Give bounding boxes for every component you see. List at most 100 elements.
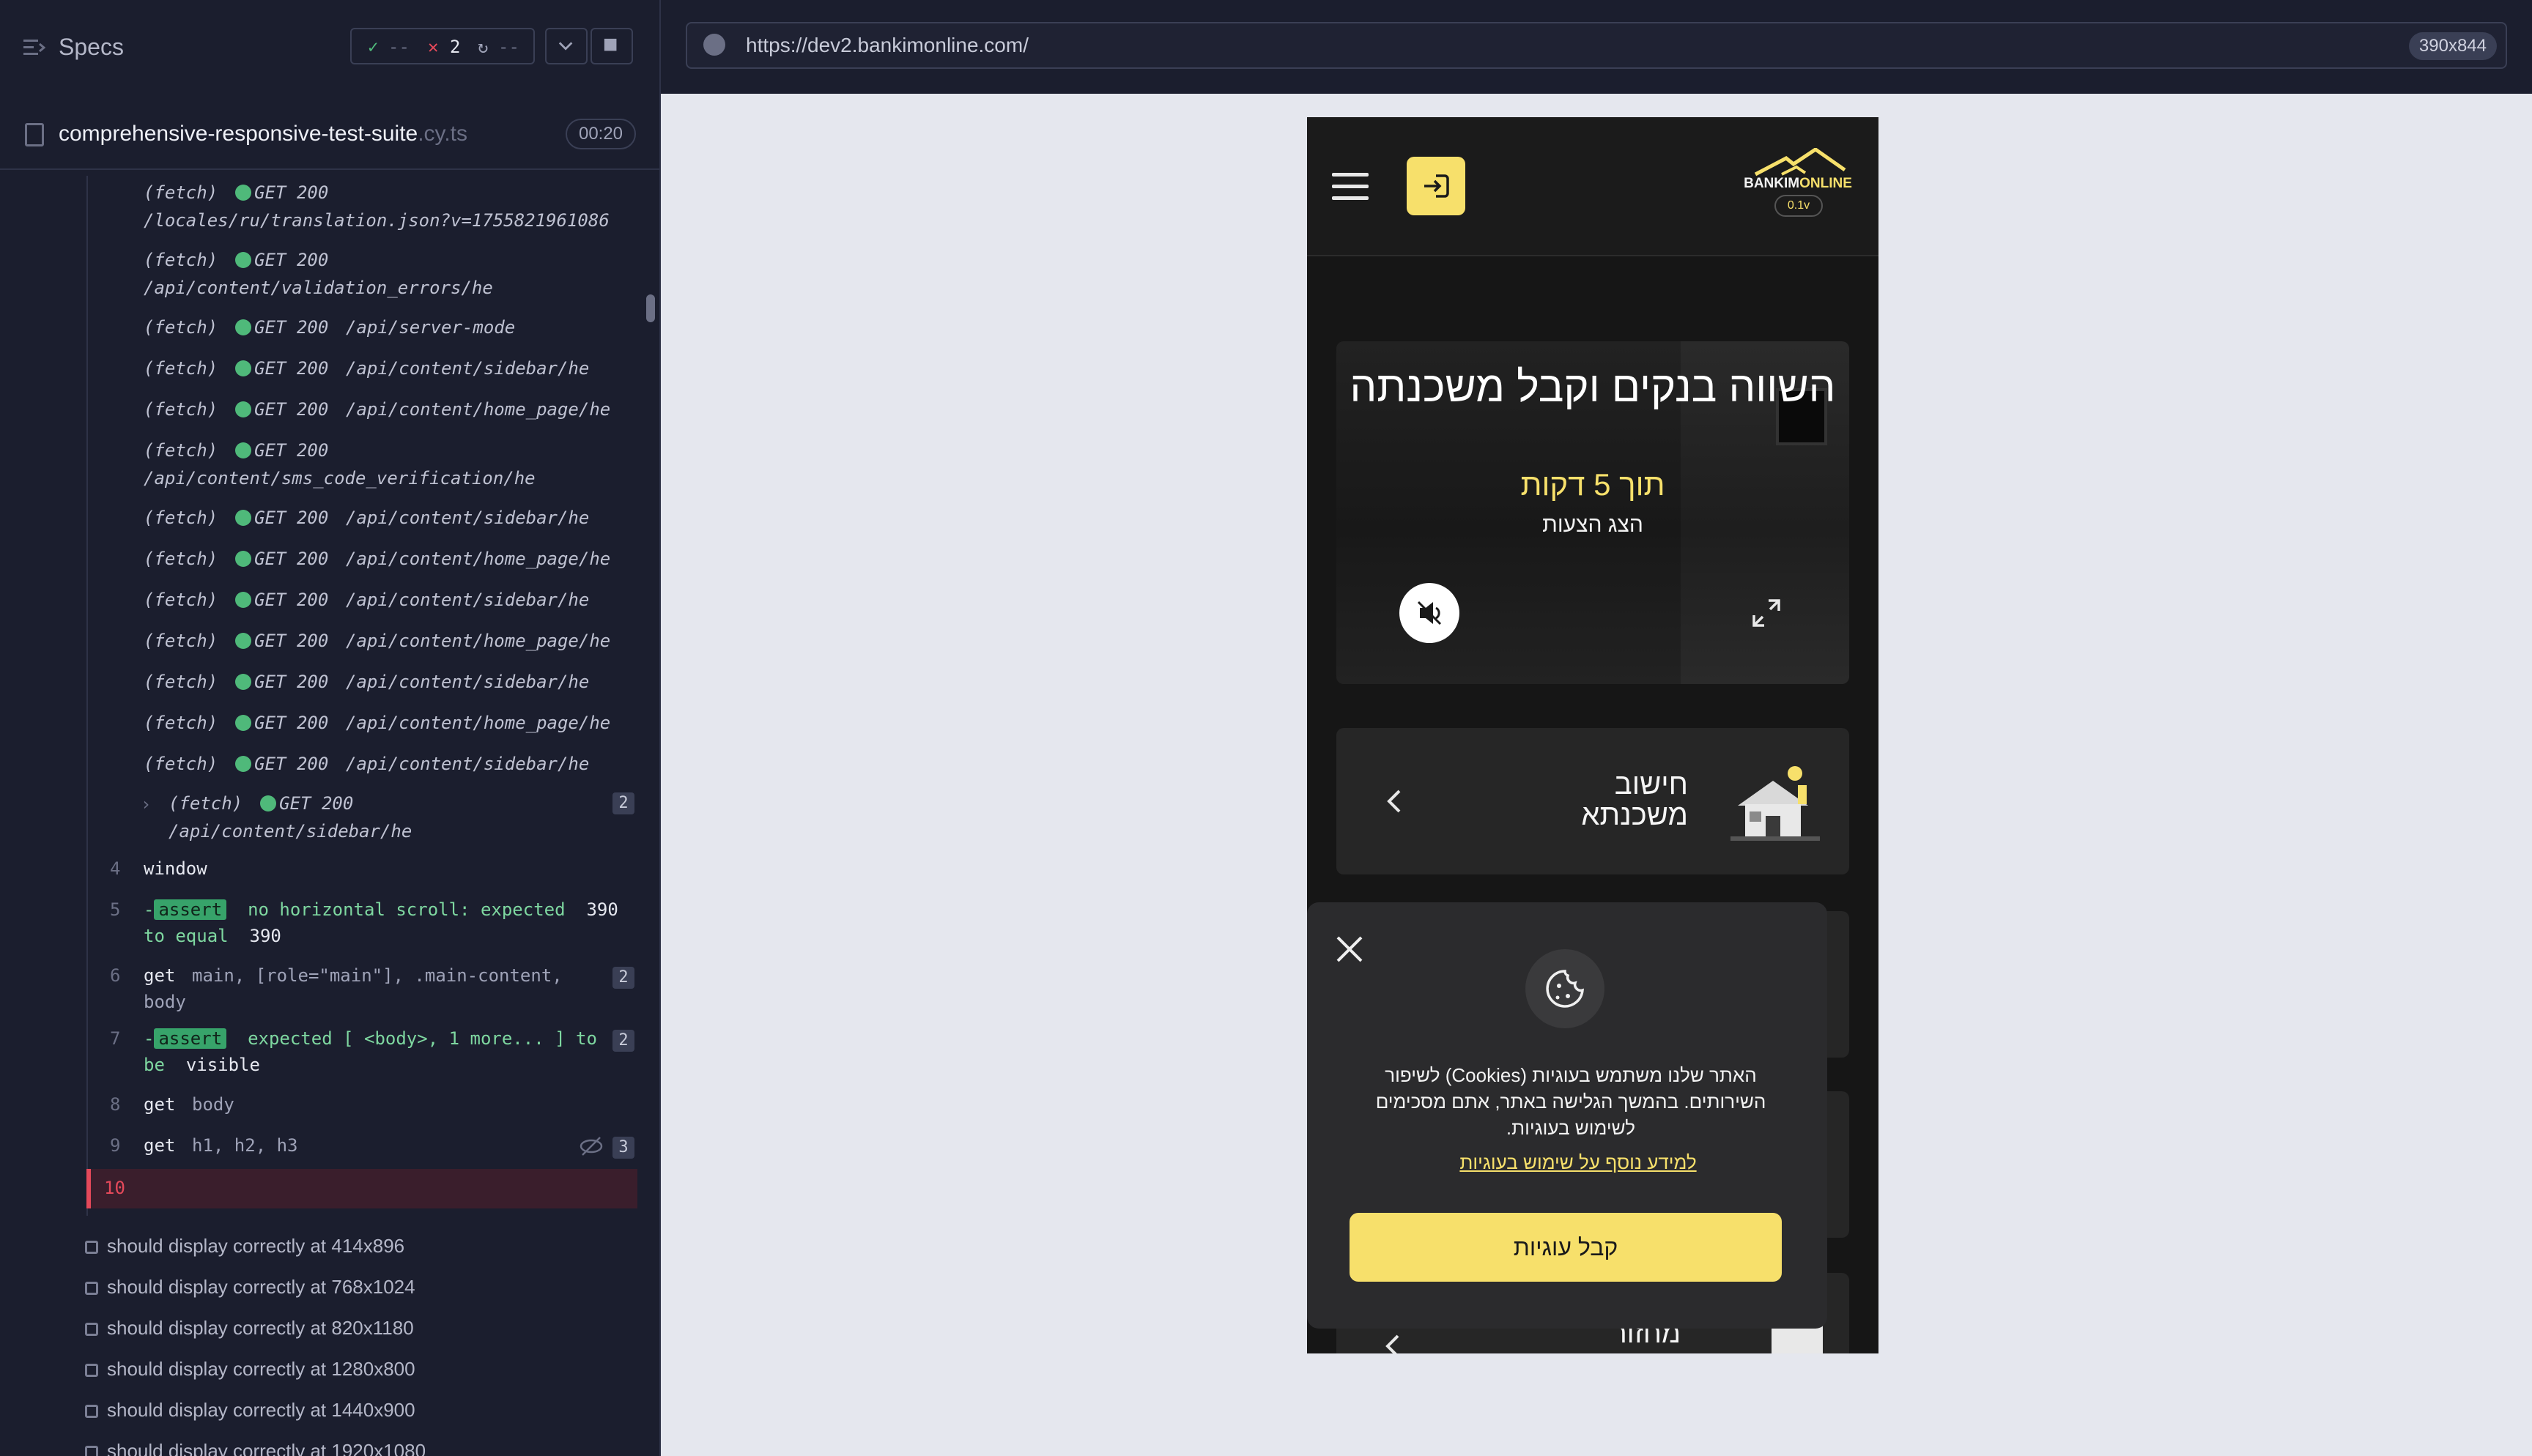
hero-video: השווה בנקים וקבל משכנתה תוך 5 דקות הצג ה… bbox=[1336, 341, 1849, 684]
version-badge: 0.1v bbox=[1774, 195, 1823, 217]
card-title: חישוב משכנתא bbox=[1581, 768, 1688, 831]
roof-logo-icon bbox=[1754, 148, 1846, 177]
fetch-command-line: (fetch) GET 200 bbox=[144, 549, 329, 569]
stop-button[interactable] bbox=[591, 28, 633, 64]
fetch-command-line: (fetch) GET 200 bbox=[144, 358, 329, 379]
step-number: 10 bbox=[104, 1178, 125, 1198]
step-number: 7 bbox=[110, 1028, 121, 1049]
test-item[interactable]: should display correctly at 768x1024 bbox=[85, 1276, 415, 1299]
accept-cookies-button[interactable]: קבל עוגיות bbox=[1350, 1213, 1782, 1282]
fetch-command-line: (fetch) GET 200 bbox=[144, 440, 329, 461]
grouped-fetch-path: /api/content/sidebar/he bbox=[169, 821, 412, 842]
fetch-command-line: (fetch) GET 200 bbox=[144, 399, 329, 420]
status-dot-icon bbox=[235, 633, 252, 649]
status-dot-icon bbox=[235, 510, 252, 526]
fetch-command-line: (fetch) GET 200 bbox=[144, 182, 329, 203]
test-title: should display correctly at 1920x1080 bbox=[107, 1440, 426, 1456]
url-bar[interactable]: https://dev2.bankimonline.com/ 390x844 bbox=[686, 22, 2507, 69]
logo-text: BANKIMONLINE bbox=[1744, 176, 1852, 191]
cookie-policy-link[interactable]: למידע נוסף על שימוש בעוגיות bbox=[1307, 1151, 1849, 1174]
status-dot-icon bbox=[235, 252, 252, 268]
test-title: should display correctly at 820x1180 bbox=[107, 1317, 414, 1339]
count-badge: 2 bbox=[612, 1030, 634, 1052]
test-item[interactable]: should display correctly at 820x1180 bbox=[85, 1317, 414, 1340]
test-item[interactable]: should display correctly at 1280x800 bbox=[85, 1358, 415, 1381]
test-title: should display correctly at 1440x900 bbox=[107, 1399, 415, 1421]
test-status-icon bbox=[85, 1282, 98, 1295]
step-number: 4 bbox=[110, 858, 121, 879]
test-status-icon bbox=[85, 1241, 98, 1254]
fetch-path: /api/content/sidebar/he bbox=[346, 672, 590, 692]
failed-count: 2 bbox=[450, 37, 461, 57]
chevron-down-button[interactable] bbox=[545, 28, 588, 64]
step-number: 6 bbox=[110, 965, 121, 986]
status-dot-icon bbox=[235, 551, 252, 567]
hero-caption: הצג הצעות bbox=[1542, 513, 1643, 537]
chevron-down-icon bbox=[558, 42, 573, 51]
step-10-failed[interactable]: 10 bbox=[86, 1169, 637, 1208]
step-arg: body bbox=[144, 992, 186, 1012]
specs-header: Specs ✓ -- ✕ 2 ↻ -- bbox=[0, 0, 659, 95]
app-viewport: BANKIMONLINE 0.1v השווה בנקים וקבל משכנת… bbox=[1307, 117, 1878, 1353]
fetch-command-line: (fetch) GET 200 bbox=[144, 754, 329, 774]
test-item[interactable]: should display correctly at 1920x1080 bbox=[85, 1440, 426, 1456]
hero-subtitle: תוך 5 דקות bbox=[1520, 467, 1665, 502]
step-arg: h1, h2, h3 bbox=[192, 1135, 298, 1156]
close-icon[interactable] bbox=[1332, 932, 1367, 967]
test-item[interactable]: should display correctly at 414x896 bbox=[85, 1235, 404, 1258]
assert-line-2: be visible bbox=[144, 1055, 260, 1075]
app-header: BANKIMONLINE 0.1v bbox=[1307, 117, 1878, 256]
fetch-path: /api/content/sidebar/he bbox=[346, 590, 590, 610]
reporter-scrollbar[interactable] bbox=[646, 294, 655, 322]
fullscreen-icon[interactable] bbox=[1747, 593, 1786, 633]
login-button[interactable] bbox=[1407, 157, 1465, 215]
stop-icon bbox=[604, 38, 617, 51]
specs-list-icon[interactable] bbox=[23, 38, 45, 57]
fetch-command-line: (fetch) GET 200 bbox=[144, 250, 329, 270]
status-dot-icon bbox=[235, 401, 252, 417]
status-dot-icon bbox=[260, 795, 277, 811]
spec-file-row[interactable]: comprehensive-responsive-test-suite.cy.t… bbox=[0, 110, 659, 170]
test-item[interactable]: should display correctly at 1440x900 bbox=[85, 1399, 415, 1422]
pending-count: -- bbox=[498, 37, 519, 57]
bankimonline-logo[interactable]: BANKIMONLINE 0.1v bbox=[1739, 146, 1857, 227]
status-dot-icon bbox=[235, 442, 252, 458]
test-status-icon bbox=[85, 1364, 98, 1377]
status-dot-icon bbox=[235, 185, 252, 201]
step-arg: body bbox=[192, 1094, 234, 1115]
step-arg: main, [role="main"], .main-content, bbox=[192, 965, 563, 986]
step-command: get bbox=[144, 1135, 176, 1156]
step-number: 8 bbox=[110, 1094, 121, 1115]
cookie-icon-wrapper bbox=[1525, 949, 1604, 1028]
speaker-muted-icon bbox=[1417, 601, 1442, 625]
fetch-path: /api/server-mode bbox=[346, 317, 516, 338]
test-status-icon bbox=[85, 1405, 98, 1418]
fetch-command-line: (fetch) GET 200 bbox=[144, 631, 329, 651]
expand-chevron-icon[interactable]: › bbox=[141, 791, 151, 817]
chevron-left-icon bbox=[1385, 1334, 1399, 1353]
status-dot-icon bbox=[235, 715, 252, 731]
status-dot-icon bbox=[235, 360, 252, 376]
url-text[interactable]: https://dev2.bankimonline.com/ bbox=[746, 34, 1029, 57]
fetch-path: /api/content/validation_errors/he bbox=[144, 278, 493, 298]
step-command: get bbox=[144, 965, 176, 986]
failed-x-icon: ✕ bbox=[428, 37, 439, 57]
hero-title: השווה בנקים וקבל משכנתה bbox=[1350, 363, 1836, 411]
fetch-command-line: (fetch) GET 200 bbox=[144, 672, 329, 692]
fetch-path: /api/content/home_page/he bbox=[346, 549, 611, 569]
status-dot-icon bbox=[235, 756, 252, 772]
grouped-count-badge: 2 bbox=[612, 792, 634, 814]
status-dot-icon bbox=[235, 592, 252, 608]
fetch-command-line: (fetch) GET 200 bbox=[144, 508, 329, 528]
count-badge: 2 bbox=[612, 967, 634, 989]
test-status-icon bbox=[85, 1446, 98, 1456]
service-card-mortgage[interactable]: חישוב משכנתא bbox=[1336, 728, 1849, 874]
step-command: get bbox=[144, 1094, 176, 1115]
fetch-path: /api/content/sidebar/he bbox=[346, 508, 590, 528]
mute-button[interactable] bbox=[1399, 583, 1459, 643]
fetch-path: /api/content/sms_code_verification/he bbox=[144, 468, 536, 489]
specs-title[interactable]: Specs bbox=[59, 34, 124, 61]
fetch-path: /api/content/sidebar/he bbox=[346, 754, 590, 774]
cookie-consent-modal: האתר שלנו משתמש בעוגיות (Cookies) לשיפור… bbox=[1307, 902, 1827, 1329]
cookie-icon bbox=[1546, 970, 1584, 1008]
